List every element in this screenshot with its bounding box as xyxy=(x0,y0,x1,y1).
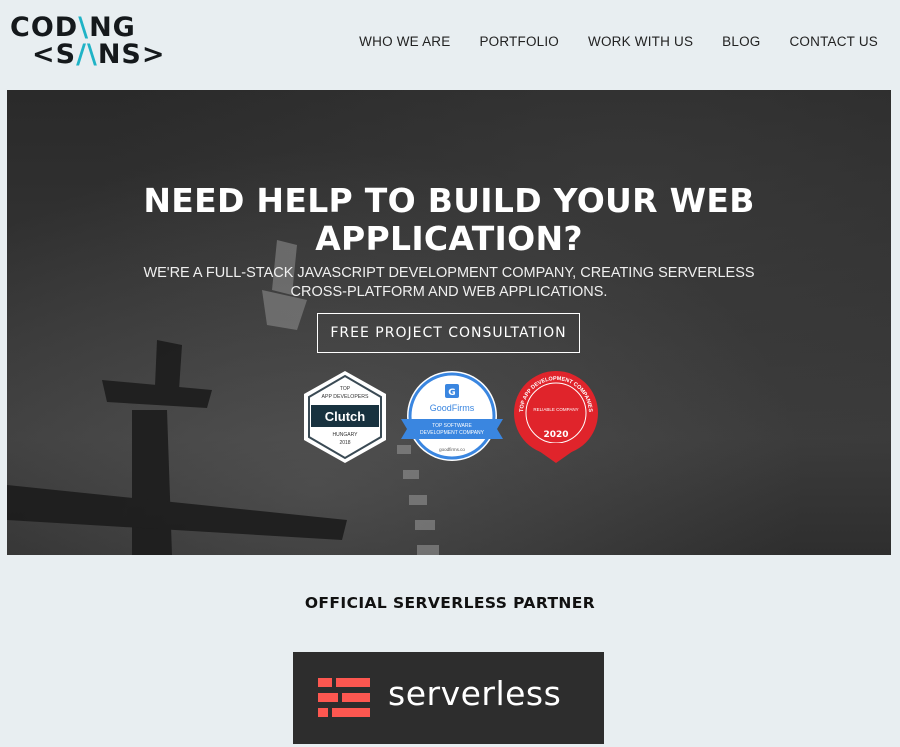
clutch-region: HUNGARY xyxy=(333,432,359,438)
nav-item-blog[interactable]: BLOG xyxy=(722,34,760,49)
serverless-wordmark: serverless xyxy=(388,674,562,713)
goodfirms-ribbon-2: DEVELOPMENT COMPANY xyxy=(420,430,485,436)
hero-title: NEED HELP TO BUILD YOUR WEB APPLICATION? xyxy=(7,182,891,258)
hero-title-line-2: APPLICATION? xyxy=(315,219,583,258)
nav-item-who-we-are[interactable]: WHO WE ARE xyxy=(359,34,450,49)
serverless-logo[interactable]: serverless xyxy=(293,652,604,744)
hero-section: NEED HELP TO BUILD YOUR WEB APPLICATION?… xyxy=(7,90,891,555)
logo-line-1: COD\NG xyxy=(10,14,140,41)
hero-subtitle-line-2: CROSS-PLATFORM AND WEB APPLICATIONS. xyxy=(290,284,608,300)
top-app-year: 2020 xyxy=(543,430,568,440)
goodfirms-badge[interactable]: G GoodFirms TOP SOFTWARE DEVELOPMENT COM… xyxy=(399,369,505,465)
logo-line-2: <S/\NS> xyxy=(32,39,164,70)
clutch-category: APP DEVELOPERS xyxy=(322,394,369,400)
top-app-badge[interactable]: TOP APP DEVELOPMENT COMPANIES RELIABLE C… xyxy=(511,369,601,465)
clutch-name: Clutch xyxy=(325,409,366,424)
goodfirms-ribbon-1: TOP SOFTWARE xyxy=(432,423,472,429)
nav-item-contact-us[interactable]: CONTACT US xyxy=(789,34,878,49)
logo-text-part: NS> xyxy=(97,39,166,70)
top-app-inner-text: RELIABLE COMPANY xyxy=(533,407,578,412)
main-nav: WHO WE ARE PORTFOLIO WORK WITH US BLOG C… xyxy=(359,34,878,49)
site-header: COD\NG <S/\NS> WHO WE ARE PORTFOLIO WORK… xyxy=(0,0,900,88)
serverless-mark-icon xyxy=(318,678,370,717)
nav-item-portfolio[interactable]: PORTFOLIO xyxy=(479,34,559,49)
partner-title: OFFICIAL SERVERLESS PARTNER xyxy=(304,594,596,612)
coding-sans-logo[interactable]: COD\NG <S/\NS> xyxy=(10,14,164,72)
svg-text:G: G xyxy=(448,388,455,398)
clutch-year: 2018 xyxy=(339,440,350,446)
free-consultation-button[interactable]: FREE PROJECT CONSULTATION xyxy=(317,313,580,353)
nav-item-work-with-us[interactable]: WORK WITH US xyxy=(588,34,693,49)
logo-text-part: <S xyxy=(32,39,77,70)
hero-subtitle-line-1: WE'RE A FULL-STACK JAVASCRIPT DEVELOPMEN… xyxy=(143,265,755,281)
award-badges: TOP APP DEVELOPERS Clutch HUNGARY 2018 G… xyxy=(301,369,601,465)
logo-accent: /\ xyxy=(76,39,98,70)
clutch-badge[interactable]: TOP APP DEVELOPERS Clutch HUNGARY 2018 xyxy=(301,369,389,465)
goodfirms-site: goodfirms.co xyxy=(439,447,465,452)
hero-title-line-1: NEED HELP TO BUILD YOUR WEB xyxy=(143,181,755,220)
hero-subtitle: WE'RE A FULL-STACK JAVASCRIPT DEVELOPMEN… xyxy=(7,264,891,302)
clutch-top: TOP xyxy=(340,386,351,392)
goodfirms-name: GoodFirms xyxy=(430,403,475,413)
